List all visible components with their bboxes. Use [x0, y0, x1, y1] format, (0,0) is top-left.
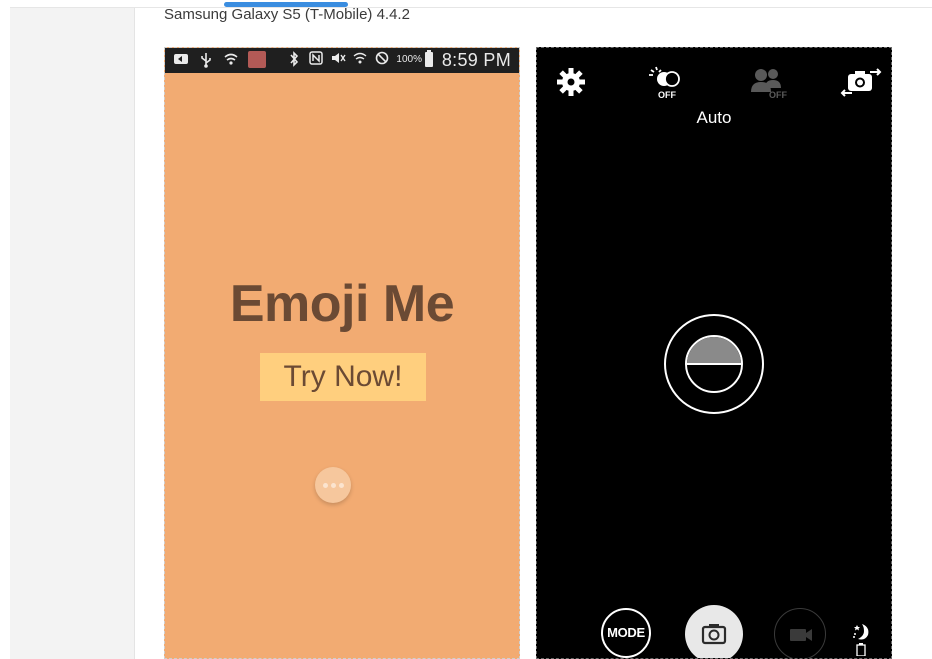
try-now-button[interactable]: Try Now!: [260, 353, 426, 401]
face-state-label: OFF: [769, 90, 787, 100]
app-title: Emoji Me: [229, 275, 455, 333]
more-options-button[interactable]: [315, 467, 351, 503]
exposure-indicator: [685, 335, 743, 393]
exposure-indicator-top: [687, 337, 741, 364]
more-dot-icon: [338, 482, 344, 488]
record-video-button[interactable]: [774, 608, 826, 658]
video-icon: [790, 629, 812, 641]
battery-percent: 100%: [396, 53, 422, 65]
more-dot-icon: [330, 482, 336, 488]
flash-toggle[interactable]: OFF: [647, 64, 689, 100]
flash-icon: [649, 66, 680, 87]
app-badge-icon: [248, 51, 266, 68]
mute-icon: [330, 51, 347, 67]
battery-icon: [425, 49, 433, 67]
battery-indicator: 100%: [396, 49, 433, 67]
no-signal-icon: [374, 51, 390, 67]
switch-camera-icon: [840, 68, 882, 97]
top-border: [10, 7, 932, 8]
camera-icon: [701, 624, 727, 645]
wifi-signal-icon: [352, 51, 368, 67]
emoji-app-screenshot: 100% 8:59 PM Emoji Me Try Now!: [164, 47, 520, 659]
more-dot-icon: [322, 482, 328, 488]
mode-button[interactable]: MODE: [601, 608, 651, 658]
notification-icon: [173, 52, 189, 68]
status-time: 8:59 PM: [441, 50, 511, 70]
device-caption: Samsung Galaxy S5 (T-Mobile) 4.4.2: [164, 6, 410, 23]
nfc-icon: [308, 51, 324, 67]
exposure-indicator-divider: [687, 363, 741, 365]
outer-gutter: [0, 0, 10, 659]
wifi-icon: [223, 52, 239, 68]
camera-app-screenshot: OFF OFF Auto MODE: [536, 47, 892, 659]
capture-button[interactable]: [685, 605, 743, 658]
bluetooth-icon: [286, 51, 302, 67]
gear-icon[interactable]: [555, 66, 587, 98]
flash-state-label: OFF: [658, 90, 676, 100]
switch-camera-button[interactable]: [840, 66, 882, 98]
usb-icon: [198, 52, 214, 68]
face-detect-toggle[interactable]: OFF: [747, 66, 787, 100]
status-bar: 100% 8:59 PM: [165, 48, 519, 73]
scene-mode-label: Auto: [696, 108, 732, 127]
left-rail: [10, 8, 135, 659]
night-mode-icon[interactable]: [850, 620, 872, 657]
